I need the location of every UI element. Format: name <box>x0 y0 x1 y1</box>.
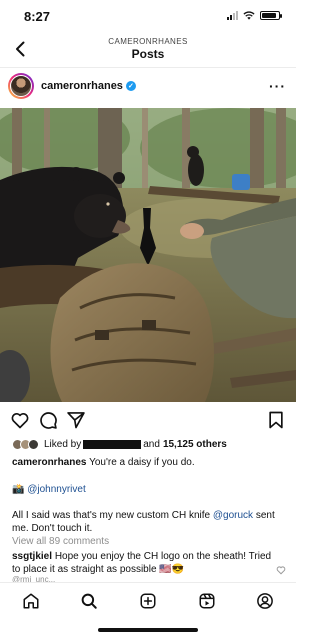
home-icon <box>23 593 39 609</box>
tab-reels[interactable] <box>196 590 218 612</box>
tab-create[interactable] <box>137 590 159 612</box>
likes-row[interactable]: Liked by and 15,125 others <box>12 437 286 451</box>
header-account: CAMERONRHANES <box>108 37 188 46</box>
tab-home[interactable] <box>20 590 42 612</box>
avatar[interactable] <box>8 73 34 99</box>
comment-preview: ssgtjkiel Hope you enjoy the CH logo on … <box>12 550 272 576</box>
caption-body-part1: All I said was that's my new custom CH k… <box>12 510 211 521</box>
action-row <box>0 408 296 434</box>
credit-mention[interactable]: @johnnyrivet <box>27 484 86 495</box>
redacted-liker-name <box>83 439 142 449</box>
status-bar: 8:27 <box>0 0 296 32</box>
post-photo[interactable] <box>0 108 296 402</box>
liker-avatars <box>12 438 39 450</box>
like-heart-icon[interactable] <box>10 410 30 430</box>
more-options-icon[interactable]: ··· <box>269 78 286 94</box>
likes-suffix: and <box>143 438 160 450</box>
reels-icon <box>199 593 215 609</box>
page-title: Posts <box>131 47 165 61</box>
post-username-text[interactable]: cameronrhanes <box>41 80 123 92</box>
bookmark-icon[interactable] <box>266 410 286 430</box>
cellular-signal-icon <box>227 11 238 20</box>
caption-username[interactable]: cameronrhanes <box>12 457 86 468</box>
caption-body: All I said was that's my new custom CH k… <box>12 509 286 535</box>
new-post-icon <box>140 593 156 609</box>
status-icons <box>227 11 282 20</box>
nav-header: CAMERONRHANES Posts <box>0 32 296 68</box>
comment-icon[interactable] <box>38 410 58 430</box>
share-icon[interactable] <box>66 410 86 430</box>
home-indicator <box>98 628 198 632</box>
tab-search[interactable] <box>78 590 100 612</box>
status-time: 8:27 <box>24 9 51 24</box>
header-text: CAMERONRHANES Posts <box>0 37 296 61</box>
wifi-icon <box>243 11 255 20</box>
battery-icon <box>260 11 282 20</box>
profile-icon <box>257 593 273 609</box>
likes-count[interactable]: 15,125 others <box>163 439 227 450</box>
verified-badge-icon: ✓ <box>125 81 136 91</box>
bottom-tab-bar <box>0 582 296 640</box>
search-icon <box>81 593 97 609</box>
caption: cameronrhanes You're a daisy if you do. <box>12 456 286 469</box>
comment-username[interactable]: ssgtjkiel <box>12 551 52 562</box>
post-header: cameronrhanes ✓ ··· <box>0 70 296 106</box>
tab-profile[interactable] <box>254 590 276 612</box>
goruck-mention[interactable]: @goruck <box>213 510 253 521</box>
view-all-comments-link[interactable]: View all 89 comments <box>12 535 286 548</box>
camera-emoji-icon: 📸 <box>12 484 25 495</box>
battery-level <box>262 13 276 18</box>
photo-credit: 📸 @johnnyrivet <box>12 483 286 496</box>
post-username[interactable]: cameronrhanes ✓ <box>41 80 136 92</box>
likes-prefix: Liked by <box>44 438 82 450</box>
comment-like-heart-icon[interactable] <box>276 565 286 575</box>
caption-text: You're a daisy if you do. <box>89 457 195 468</box>
